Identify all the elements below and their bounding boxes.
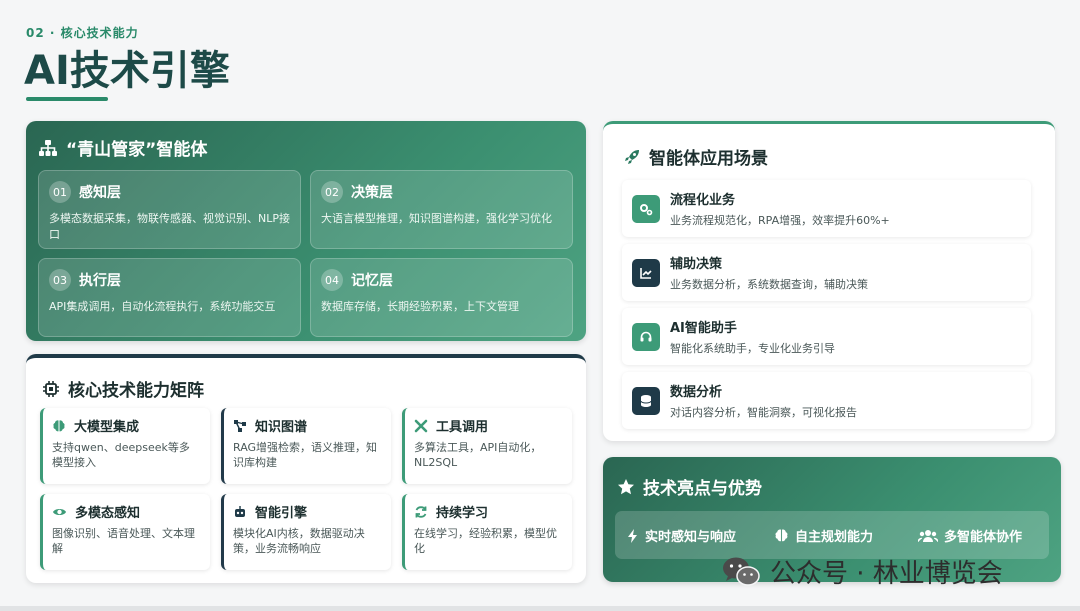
layer-number: 02 (321, 181, 343, 203)
scenario-name: 数据分析 (670, 385, 723, 400)
layer-decision: 02 决策层 大语言模型推理，知识图谱构建，强化学习优化 (310, 170, 573, 249)
matrix-card: 核心技术能力矩阵 大模型集成 支持qwen、deepseek等多模型接入 知识图… (26, 354, 586, 583)
sitemap-icon (38, 139, 58, 157)
title-underline (26, 97, 108, 101)
layer-memory: 04 记忆层 数据库存储，长期经验积累，上下文管理 (310, 258, 573, 337)
scenario-name: 流程化业务 (670, 193, 736, 208)
capability-name: 智能引擎 (255, 506, 308, 521)
brain-icon (52, 419, 66, 433)
bottom-divider (0, 606, 1080, 611)
layer-number: 04 (321, 269, 343, 291)
capability-multimodal: 多模态感知 图像识别、语音处理、文本理解 (40, 494, 210, 570)
scenario-card: 智能体应用场景 流程化业务业务流程规范化，RPA增强，效率提升60%+ 辅助决策… (603, 121, 1055, 441)
layer-name: 决策层 (351, 185, 393, 201)
capability-desc: 多算法工具，API自动化，NL2SQL (414, 441, 542, 469)
capability-name: 多模态感知 (75, 506, 141, 521)
wechat-icon (722, 556, 760, 588)
highlights-title: 技术亮点与优势 (643, 479, 762, 499)
eye-icon (52, 506, 67, 518)
sync-icon (414, 505, 428, 519)
layer-desc: 多模态数据采集，物联传感器、视觉识别、NLP接口 (49, 212, 290, 241)
scenario-name: AI智能助手 (670, 321, 737, 336)
capability-learning: 持续学习 在线学习，经验积累，模型优化 (402, 494, 572, 570)
layer-perception: 01 感知层 多模态数据采集，物联传感器、视觉识别、NLP接口 (38, 170, 301, 249)
capability-desc: 图像识别、语音处理、文本理解 (52, 527, 195, 555)
graph-icon (233, 419, 247, 433)
scenario-desc: 对话内容分析，智能洞察，可视化报告 (670, 406, 857, 419)
layer-desc: 数据库存储，长期经验积累，上下文管理 (321, 300, 519, 313)
scenario-analysis: 数据分析对话内容分析，智能洞察，可视化报告 (622, 372, 1031, 429)
highlight-collab: 多智能体协作 (918, 526, 1022, 545)
capability-desc: 在线学习，经验积累，模型优化 (414, 527, 557, 555)
capability-name: 大模型集成 (74, 420, 140, 435)
layer-name: 执行层 (79, 273, 121, 289)
layer-number: 01 (49, 181, 71, 203)
capability-engine: 智能引擎 模块化AI内核，数据驱动决策，业务流畅响应 (221, 494, 391, 570)
capability-desc: RAG增强检索，语义推理，知识库构建 (233, 441, 378, 469)
layer-execution: 03 执行层 API集成调用，自动化流程执行，系统功能交互 (38, 258, 301, 337)
star-icon (617, 478, 635, 496)
scenario-desc: 业务流程规范化，RPA增强，效率提升60%+ (670, 214, 890, 227)
watermark-text: 公众号 · 林业博览会 (770, 559, 1003, 589)
highlight-label: 实时感知与响应 (645, 530, 737, 545)
layer-name: 感知层 (79, 185, 121, 201)
users-icon (918, 529, 938, 543)
page-title: AI技术引擎 (24, 48, 230, 94)
agent-card-title: “青山管家”智能体 (66, 140, 208, 160)
highlight-planning: 自主规划能力 (774, 526, 873, 545)
capability-knowledge-graph: 知识图谱 RAG增强检索，语义推理，知识库构建 (221, 408, 391, 484)
layer-desc: 大语言模型推理，知识图谱构建，强化学习优化 (321, 212, 552, 225)
capability-llm: 大模型集成 支持qwen、deepseek等多模型接入 (40, 408, 210, 484)
layer-desc: API集成调用，自动化流程执行，系统功能交互 (49, 300, 276, 313)
highlight-realtime: 实时感知与响应 (627, 526, 736, 545)
capability-tools: 工具调用 多算法工具，API自动化，NL2SQL (402, 408, 572, 484)
capability-name: 工具调用 (436, 420, 489, 435)
highlight-label: 自主规划能力 (795, 530, 874, 545)
rocket-icon (623, 148, 641, 166)
layer-name: 记忆层 (351, 273, 393, 289)
chip-icon (42, 380, 60, 398)
gears-icon (632, 194, 660, 223)
scenario-desc: 智能化系统助手，专业化业务引导 (670, 342, 835, 355)
bolt-icon (627, 528, 639, 544)
capability-desc: 模块化AI内核，数据驱动决策，业务流畅响应 (233, 527, 365, 555)
brain-icon (774, 528, 789, 543)
robot-icon (233, 505, 247, 519)
scenario-assistant: AI智能助手智能化系统助手，专业化业务引导 (622, 308, 1031, 365)
highlight-label: 多智能体协作 (944, 530, 1023, 545)
watermark: 公众号 · 林业博览会 (722, 553, 1003, 590)
scenario-name: 辅助决策 (670, 257, 723, 272)
highlights-bar: 实时感知与响应 自主规划能力 多智能体协作 (615, 511, 1049, 559)
scenario-desc: 业务数据分析，系统数据查询，辅助决策 (670, 278, 868, 291)
capability-name: 持续学习 (436, 506, 489, 521)
matrix-title: 核心技术能力矩阵 (68, 381, 204, 401)
line-chart-icon (632, 258, 660, 287)
database-icon (632, 386, 660, 415)
agent-card: “青山管家”智能体 01 感知层 多模态数据采集，物联传感器、视觉识别、NLP接口… (26, 121, 586, 341)
headset-icon (632, 322, 660, 351)
capability-desc: 支持qwen、deepseek等多模型接入 (52, 441, 190, 469)
scenario-process: 流程化业务业务流程规范化，RPA增强，效率提升60%+ (622, 180, 1031, 237)
layer-number: 03 (49, 269, 71, 291)
tools-icon (414, 419, 428, 433)
scenario-decision: 辅助决策业务数据分析，系统数据查询，辅助决策 (622, 244, 1031, 301)
scenario-title: 智能体应用场景 (649, 149, 768, 169)
capability-name: 知识图谱 (255, 420, 308, 435)
